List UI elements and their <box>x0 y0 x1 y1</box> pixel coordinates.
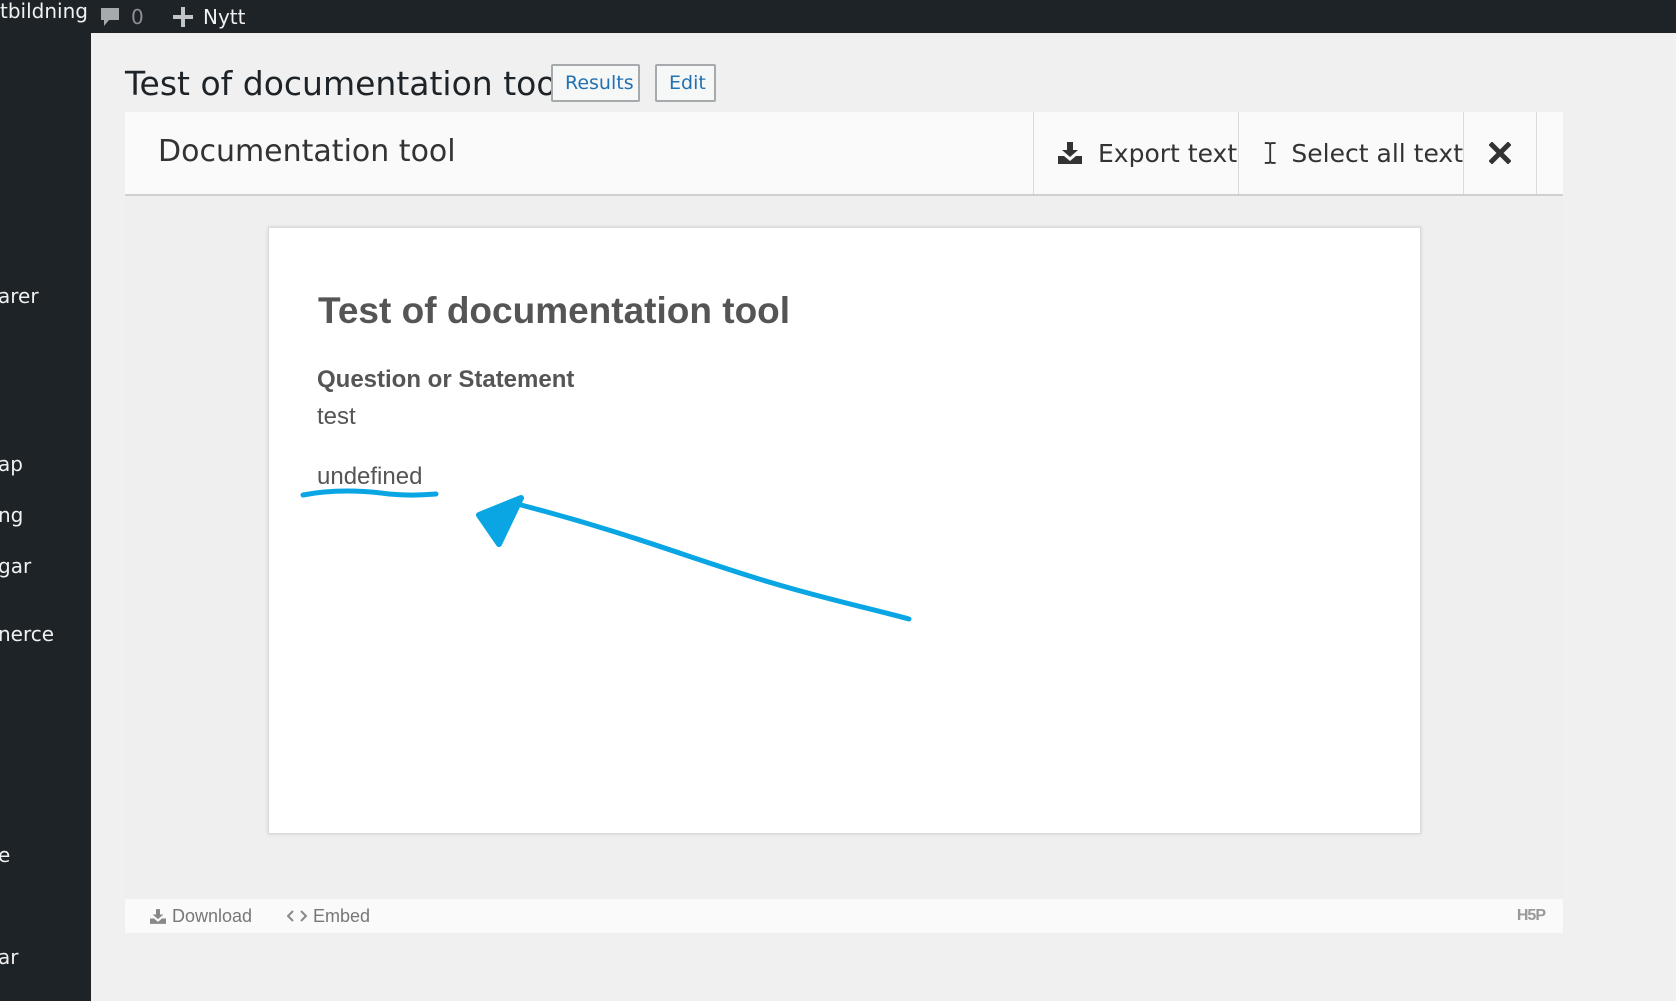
export-text-label: Export text <box>1098 138 1238 168</box>
export-text-button[interactable]: Export text <box>1033 112 1238 194</box>
new-label: Nytt <box>203 4 246 29</box>
comment-bubble-icon <box>101 7 119 26</box>
hand-drawn-annotation <box>300 488 912 622</box>
edit-button[interactable]: Edit <box>655 64 716 102</box>
document-preview: Test of documentation tool Question or S… <box>268 227 1421 834</box>
site-name-link[interactable]: tbildning <box>0 0 88 33</box>
sidebar-item[interactable]: gar <box>0 554 31 578</box>
select-all-text-label: Select all text <box>1291 138 1463 168</box>
sidebar-item[interactable]: e <box>0 843 10 867</box>
results-button[interactable]: Results <box>551 64 640 102</box>
close-button[interactable] <box>1463 112 1537 194</box>
underline-stroke <box>300 488 439 498</box>
comments-count: 0 <box>131 4 144 29</box>
sidebar-item[interactable]: ar <box>0 945 18 969</box>
download-icon <box>1058 142 1082 164</box>
comments-link[interactable]: 0 <box>99 0 144 33</box>
toolbar-title: Documentation tool <box>158 134 456 169</box>
plus-icon <box>173 6 193 27</box>
h5p-footer: Download Embed H5P <box>125 899 1563 933</box>
admin-sidebar: arer ap ng gar nerce e ar <box>0 33 91 1001</box>
admin-bar: tbildning 0 Nytt <box>0 0 1676 33</box>
download-label: Download <box>172 906 253 926</box>
close-icon <box>1489 142 1511 164</box>
sidebar-item[interactable]: nerce <box>0 622 54 646</box>
download-link[interactable]: Download <box>150 899 252 933</box>
new-content-link[interactable]: Nytt <box>173 0 245 33</box>
page-title: Test of documentation tool <box>125 64 566 103</box>
download-small-icon <box>150 908 166 924</box>
embed-label: Embed <box>313 906 371 926</box>
arrow-head-stroke <box>476 495 524 547</box>
text-cursor-icon <box>1264 142 1276 164</box>
sidebar-item[interactable]: ng <box>0 503 23 527</box>
arrow-line-stroke <box>518 502 912 622</box>
sidebar-item[interactable]: arer <box>0 284 39 308</box>
select-all-text-button[interactable]: Select all text <box>1238 112 1463 194</box>
embed-link[interactable]: Embed <box>287 899 370 933</box>
h5p-logo[interactable]: H5P <box>1517 899 1546 933</box>
code-brackets-icon <box>287 910 307 922</box>
documentation-toolbar: Documentation tool Export text Select al… <box>125 112 1563 196</box>
sidebar-item[interactable]: ap <box>0 452 23 476</box>
h5p-content-frame: Documentation tool Export text Select al… <box>125 112 1563 934</box>
